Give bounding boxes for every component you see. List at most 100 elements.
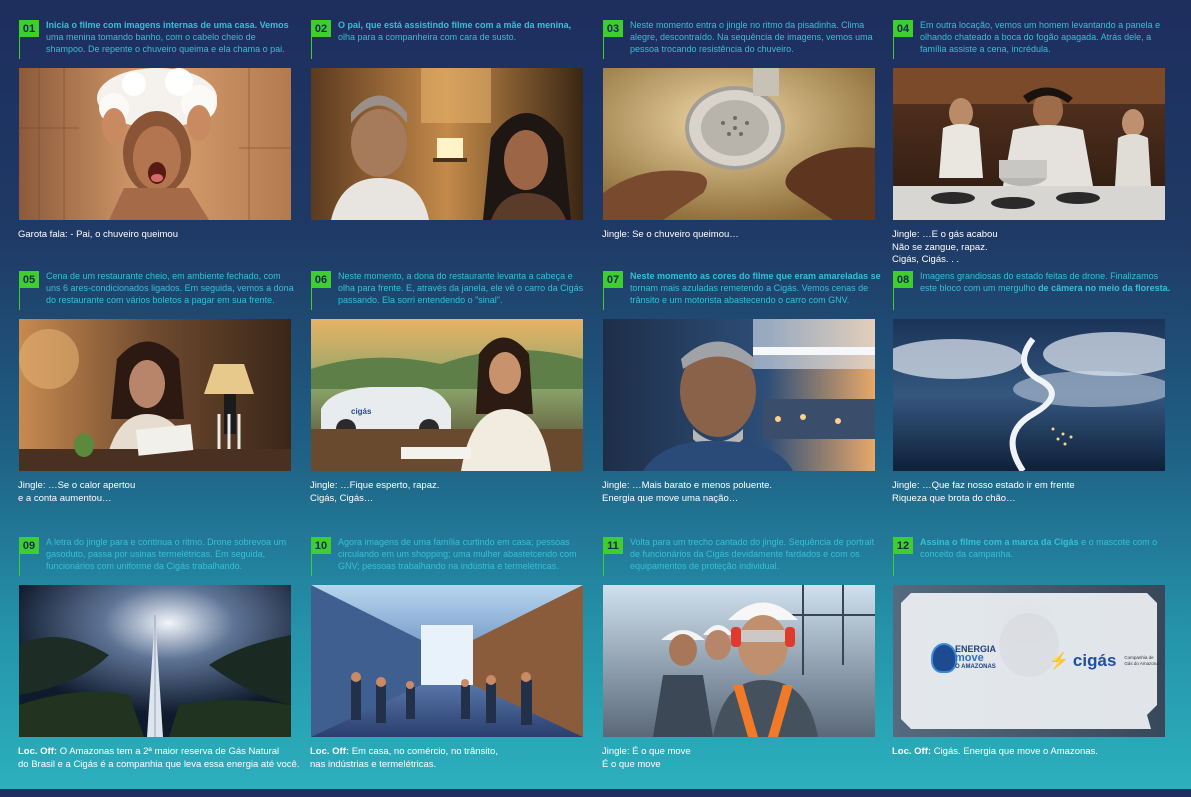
bolt-icon: ⚡ (1049, 653, 1069, 670)
description-text: Neste momento, a dona do restaurante lev… (338, 271, 584, 305)
scene-image (893, 319, 1165, 471)
caption-text: O Amazonas tem a 2ª maior reserva de Gás… (18, 746, 300, 770)
scene-frame (19, 319, 291, 471)
storyboard-panel-03: 03 Neste momento entra o jingle no ritmo… (602, 20, 875, 280)
scene-caption: Jingle: …E o gás acabou Não se zangue, r… (892, 229, 1175, 267)
cigas-wordmark: cigás (1072, 651, 1117, 670)
panel-header: 10 Agora imagens de uma família curtindo… (311, 537, 583, 583)
scene-image: cigás (311, 319, 583, 471)
scene-caption: Jingle: …Se o calor apertou e a conta au… (18, 480, 301, 505)
scene-number: 07 (603, 271, 623, 288)
campaign-logo: ENERGIA move O AMAZONAS (955, 645, 996, 672)
storyboard-panel-01: 01 Inicia o filme com imagens internas d… (18, 20, 291, 280)
caption-text: Jingle: …Se o calor apertou e a conta au… (18, 480, 136, 504)
scene-frame (893, 68, 1165, 220)
accent-line (311, 288, 312, 310)
storyboard-panel-10: 10 Agora imagens de uma família curtindo… (310, 537, 583, 797)
caption-text: Jingle: …Mais barato e menos poluente. E… (602, 480, 773, 504)
scene-image (19, 68, 291, 220)
scene-image (311, 585, 583, 737)
accent-line (311, 554, 312, 576)
scene-number: 04 (893, 20, 913, 37)
scene-caption: Jingle: …Fique esperto, rapaz. Cigás, Ci… (310, 480, 593, 505)
description-bold-tail: de câmera no meio da floresta. (1038, 283, 1171, 293)
scene-frame: ENERGIA move O AMAZONAS ⚡ cigás Companhi… (893, 585, 1165, 737)
scene-frame (603, 319, 875, 471)
accent-line (19, 288, 20, 310)
accent-line (603, 37, 604, 59)
panel-header: 01 Inicia o filme com imagens internas d… (19, 20, 291, 66)
panel-header: 11 Volta para um trecho cantado do jingl… (603, 537, 875, 583)
description-text: A letra do jingle para e continua o ritm… (46, 537, 287, 571)
scene-frame (603, 68, 875, 220)
scene-frame (893, 319, 1165, 471)
description-text: Neste momento entra o jingle no ritmo da… (630, 20, 873, 54)
scene-description: Volta para um trecho cantado do jingle. … (630, 536, 881, 572)
panel-header: 05 Cena de um restaurante cheio, em ambi… (19, 271, 294, 317)
scene-frame (311, 68, 583, 220)
scene-caption: Garota fala: - Pai, o chuveiro queimou (18, 229, 301, 242)
brand-overlay: ENERGIA move O AMAZONAS ⚡ cigás Companhi… (893, 585, 1165, 737)
panel-header: 04 Em outra locação, vemos um homem leva… (893, 20, 1165, 66)
scene-caption: Loc. Off: Cigás. Energia que move o Amaz… (892, 746, 1175, 759)
accent-line (19, 37, 20, 59)
scene-frame (19, 68, 291, 220)
description-bold: O pai, que está assistindo filme com a m… (338, 20, 572, 30)
scene-description: Inicia o filme com imagens internas de u… (46, 19, 297, 55)
description-bold: Assina o filme com a marca da Cigás (920, 537, 1079, 547)
description-text: uma menina tomando banho, com o cabelo c… (46, 32, 285, 54)
campaign-logo-line3: O AMAZONAS (955, 664, 996, 670)
scene-number: 01 (19, 20, 39, 37)
mascot-icon (931, 643, 957, 673)
scene-number: 08 (893, 271, 913, 288)
scene-description: A letra do jingle para e continua o ritm… (46, 536, 297, 572)
storyboard-panel-02: 02 O pai, que está assistindo filme com … (311, 20, 583, 280)
scene-image (603, 319, 875, 471)
storyboard-panel-06: 06 Neste momento, a dona do restaurante … (310, 271, 583, 531)
scene-description: Assina o filme com a marca da Cigás e o … (920, 536, 1171, 560)
description-text: Em outra locação, vemos um homem levanta… (920, 20, 1161, 54)
scene-number: 09 (19, 537, 39, 554)
scene-caption: Loc. Off: O Amazonas tem a 2ª maior rese… (18, 746, 301, 771)
scene-number: 12 (893, 537, 913, 554)
storyboard-panel-07: 07 Neste momento as cores do filme que e… (602, 271, 881, 531)
storyboard-panel-04: 04 Em outra locação, vemos um homem leva… (892, 20, 1165, 280)
accent-line (893, 37, 894, 59)
scene-number: 05 (19, 271, 39, 288)
scene-frame: cigás (311, 319, 583, 471)
accent-line (311, 37, 312, 59)
scene-number: 06 (311, 271, 331, 288)
scene-description: O pai, que está assistindo filme com a m… (338, 19, 589, 43)
storyboard-panel-12: 12 Assina o filme com a marca da Cigás e… (892, 537, 1165, 797)
caption-label: Loc. Off: (892, 746, 932, 757)
scene-number: 02 (311, 20, 331, 37)
scene-description: Cena de um restaurante cheio, em ambient… (46, 270, 297, 306)
caption-text: Jingle: É o que move É o que move (602, 746, 691, 770)
panel-header: 02 O pai, que está assistindo filme com … (311, 20, 583, 66)
accent-line (893, 288, 894, 310)
panel-header: 07 Neste momento as cores do filme que e… (603, 271, 881, 317)
description-text: Volta para um trecho cantado do jingle. … (630, 537, 875, 571)
scene-image (311, 68, 583, 220)
scene-image (893, 68, 1165, 220)
scene-description: Neste momento as cores do filme que eram… (630, 270, 881, 306)
scene-frame (311, 585, 583, 737)
description-bold: Inicia o filme com imagens internas de u… (46, 20, 289, 30)
caption-text: Jingle: …Que faz nosso estado ir em fren… (892, 480, 1075, 504)
panel-header: 06 Neste momento, a dona do restaurante … (311, 271, 583, 317)
caption-text: Garota fala: - Pai, o chuveiro queimou (18, 229, 179, 240)
scene-description: Agora imagens de uma família curtindo em… (338, 536, 589, 572)
scene-frame (603, 585, 875, 737)
scene-description: Imagens grandiosas do estado feitas de d… (920, 270, 1171, 294)
scene-image (19, 319, 291, 471)
scene-number: 10 (311, 537, 331, 554)
scene-frame (19, 585, 291, 737)
description-text: olha para a companheira com cara de sust… (338, 32, 517, 42)
caption-label: Loc. Off: (18, 746, 58, 757)
scene-number: 03 (603, 20, 623, 37)
caption-text: Jingle: Se o chuveiro queimou… (602, 229, 739, 240)
accent-line (19, 554, 20, 576)
svg-text:cigás: cigás (351, 407, 372, 416)
scene-caption: Jingle: …Mais barato e menos poluente. E… (602, 480, 885, 505)
cigas-tagline: Companhia de Gás do Amazonas (1124, 655, 1161, 667)
